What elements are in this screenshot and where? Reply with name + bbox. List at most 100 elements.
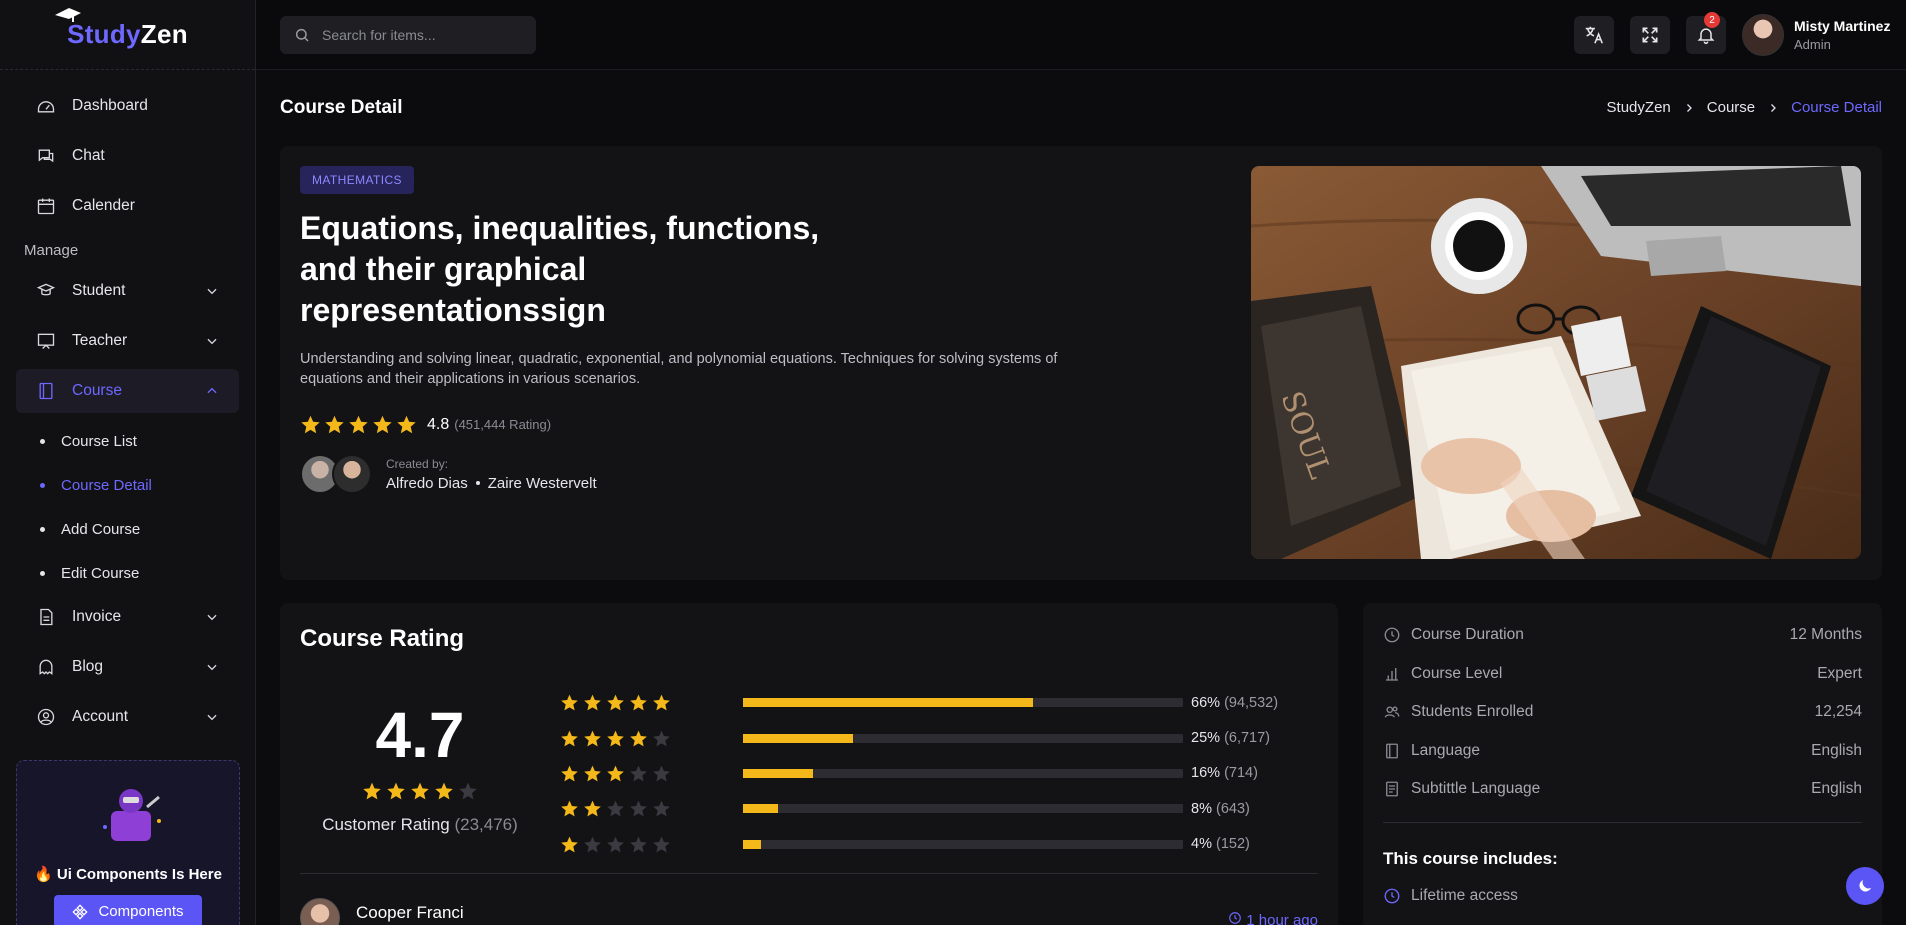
gauge-icon [37,101,55,113]
star-filled-icon [561,765,578,782]
breadcrumb-item[interactable]: StudyZen [1607,99,1671,116]
clock-icon [1384,627,1400,643]
chevron-right-icon [1686,103,1692,112]
clock-icon [1229,912,1241,924]
star-empty-icon [630,836,647,853]
user-menu[interactable]: Misty Martinez Admin [1742,14,1890,56]
submenu-label: Add Course [61,520,141,538]
star-filled-icon [349,415,368,434]
rating-bar-fill [743,733,853,743]
submenu-label: Course Detail [61,476,152,494]
rating-bar [743,804,1183,814]
rating-percent-value: 66% [1191,694,1225,711]
sidebar-item-calender[interactable]: Calender [16,184,239,228]
submenu-item-course-detail[interactable]: Course Detail [16,463,239,507]
invoice-icon [40,608,53,626]
star-filled-icon [584,694,601,711]
sidebar-item-dashboard[interactable]: Dashboard [16,84,239,128]
brand-logo[interactable]: StudyZen [0,0,255,70]
components-button[interactable]: Components [54,895,202,925]
search-box[interactable] [280,16,536,54]
submenu-item-add-course[interactable]: Add Course [16,507,239,551]
sidebar-item-label: Account [72,708,129,725]
sidebar-item-label: Teacher [72,332,128,349]
creator-name[interactable]: Alfredo Dias [386,475,468,492]
book-icon [39,382,53,400]
rating-percent-value: 4% [1191,836,1216,853]
sidebar-item-label: Invoice [72,608,122,625]
sidebar-item-course[interactable]: Course [16,369,239,413]
sidebar-item-chat[interactable]: Chat [16,134,239,178]
reviewer-name[interactable]: Cooper Franci [356,903,464,923]
sidebar-item-invoice[interactable]: Invoice [16,595,239,639]
calendar-icon [37,198,55,215]
sidebar: StudyZen Dashboard Chat Calender Manage … [0,0,256,925]
rating-bar-fill [743,839,761,849]
notifications-button[interactable]: 2 [1686,12,1726,54]
sidebar-item-label: Calender [72,197,135,214]
breadcrumb-item[interactable]: Course [1707,99,1755,116]
sidebar-item-blog[interactable]: Blog [16,645,239,689]
divider [300,873,1318,874]
star-filled-icon [561,800,578,817]
info-row-language: Language English [1383,741,1862,761]
chevron-down-icon [207,614,217,621]
document-icon [1386,781,1398,797]
components-promo: 🔥 Ui Components Is Here Components [16,760,240,925]
chart-icon [1386,668,1398,681]
course-category-tag[interactable]: MATHEMATICS [300,166,414,194]
star-filled-icon [435,782,453,800]
course-rating: 4.8 (451,444 Rating) [300,414,551,435]
created-by-label: Created by: [386,456,449,471]
info-label: Subtittle Language [1411,780,1541,797]
search-input[interactable] [322,27,512,43]
rating-count: (451,444 Rating) [454,417,552,432]
course-info-card: Course Duration 12 Months Course Level E… [1363,603,1882,925]
rating-count-value: (94,532) [1224,694,1279,711]
chat-icon [38,149,54,163]
star-empty-icon [630,765,647,782]
sidebar-item-student[interactable]: Student [16,269,239,313]
rating-breakdown-row: 66% (94,532) [560,685,1330,720]
star-filled-icon [607,730,624,746]
bullet-icon [40,438,45,444]
info-row-duration: Course Duration 12 Months [1383,625,1862,645]
theme-toggle-button[interactable] [1846,867,1884,905]
star-empty-icon [630,800,647,817]
avatar[interactable] [300,898,340,925]
star-empty-icon [653,730,670,746]
search-icon [295,28,309,42]
rating-breakdown-row: 25% (6,717) [560,720,1330,755]
sidebar-item-label: Dashboard [72,97,148,114]
avatar [1742,14,1784,56]
submenu-item-course-list[interactable]: Course List [16,419,239,463]
fullscreen-icon [1642,27,1658,43]
rating-bar [743,733,1183,743]
translate-button[interactable] [1574,16,1614,54]
star-filled-icon [607,765,624,782]
submenu-item-edit-course[interactable]: Edit Course [16,551,239,595]
fullscreen-button[interactable] [1630,16,1670,54]
info-label: Students Enrolled [1411,703,1534,720]
rating-bar-fill [743,698,1034,708]
separator-dot [475,481,480,485]
sidebar-item-teacher[interactable]: Teacher [16,319,239,363]
breadcrumb-current: Course Detail [1791,99,1882,116]
creator-name[interactable]: Zaire Westervelt [488,475,597,492]
rating-stars [560,693,671,712]
rating-breakdown: 66% (94,532) 25% (6,717) 16% (714) 8% (643)… [560,685,1330,862]
sidebar-item-account[interactable]: Account [16,695,239,739]
course-creators: Created by: Alfredo Dias Zaire Westervel… [300,454,597,494]
include-label: Lifetime access [1411,887,1518,904]
star-filled-icon [584,765,601,782]
user-name: Misty Martinez [1794,18,1891,34]
graduation-cap-icon [55,8,82,22]
bullet-icon [40,526,45,532]
info-row-enrolled: Students Enrolled 12,254 [1383,702,1862,722]
star-empty-icon [459,782,477,800]
avatar[interactable] [332,454,372,494]
info-label: Language [1411,742,1480,759]
info-value: 12 Months [1789,626,1862,643]
info-row-level: Course Level Expert [1383,664,1862,684]
rating-bar [743,839,1183,849]
